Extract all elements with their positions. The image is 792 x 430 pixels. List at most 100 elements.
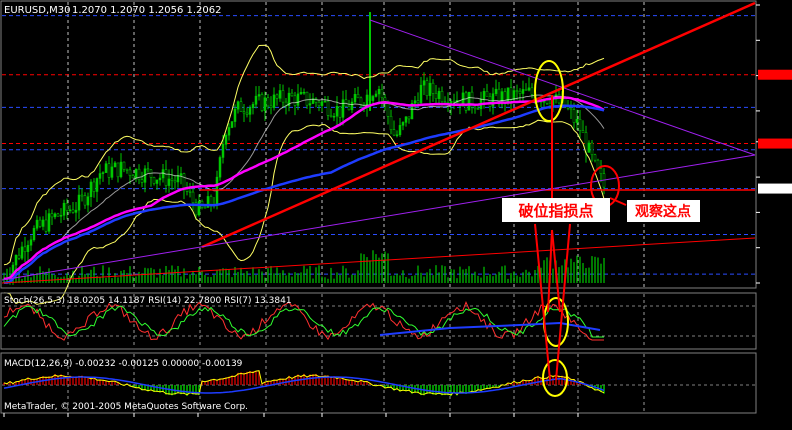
candle-body bbox=[524, 89, 528, 91]
candle-body bbox=[83, 195, 87, 206]
candle-body bbox=[227, 127, 231, 136]
candle-body bbox=[53, 213, 57, 218]
candle-body bbox=[146, 168, 150, 171]
candle-body bbox=[50, 213, 54, 218]
candle-body bbox=[116, 162, 120, 178]
candle-body bbox=[224, 134, 228, 145]
candle-body bbox=[44, 219, 48, 232]
candle-body bbox=[374, 93, 378, 97]
candle-body bbox=[47, 213, 51, 232]
candle-body bbox=[167, 178, 171, 186]
candle-body bbox=[272, 94, 276, 108]
candle-body bbox=[17, 254, 21, 259]
candle-body bbox=[572, 109, 576, 123]
candle-body bbox=[293, 95, 297, 106]
candle-body bbox=[89, 181, 93, 197]
candle-body bbox=[428, 82, 432, 96]
candle-body bbox=[131, 175, 135, 179]
candle-body bbox=[137, 168, 141, 181]
candle-body bbox=[299, 91, 303, 95]
candle-body bbox=[521, 89, 525, 94]
candle-body bbox=[338, 106, 342, 118]
candle-body bbox=[104, 163, 108, 173]
candle-body bbox=[377, 88, 381, 95]
candle-body bbox=[518, 90, 522, 94]
candle-body bbox=[371, 96, 375, 101]
candle-body bbox=[245, 112, 249, 115]
candle-body bbox=[215, 176, 219, 206]
candle-body bbox=[266, 97, 270, 107]
candle-body bbox=[347, 106, 351, 111]
candle-body bbox=[152, 177, 156, 184]
candle-body bbox=[251, 104, 255, 108]
candle-body bbox=[452, 101, 456, 103]
candle-body bbox=[332, 116, 336, 118]
candle-body bbox=[395, 134, 399, 137]
candle-body bbox=[242, 111, 246, 114]
price-red-tag bbox=[758, 138, 792, 149]
candle-body bbox=[134, 168, 138, 179]
candle-body bbox=[599, 168, 603, 174]
candle-body bbox=[176, 175, 180, 183]
candle-body bbox=[593, 154, 597, 161]
candle-body bbox=[107, 163, 111, 178]
candle-body bbox=[323, 100, 327, 103]
candle-body bbox=[209, 196, 213, 206]
candle-body bbox=[509, 87, 513, 100]
candle-body bbox=[482, 91, 486, 100]
candle-body bbox=[62, 202, 66, 216]
candle-body bbox=[164, 169, 168, 186]
candle-body bbox=[416, 100, 420, 104]
candle-body bbox=[119, 161, 123, 178]
candle-body bbox=[122, 161, 126, 170]
candle-body bbox=[467, 91, 471, 111]
candle-body bbox=[575, 119, 579, 123]
candle-body bbox=[248, 107, 252, 115]
candle-body bbox=[77, 194, 81, 211]
candle-body bbox=[218, 157, 222, 178]
candle-body bbox=[350, 101, 354, 111]
candle-body bbox=[260, 94, 264, 111]
candle-body bbox=[221, 144, 225, 158]
candle-body bbox=[527, 87, 531, 91]
candle-body bbox=[41, 219, 45, 227]
candle-body bbox=[269, 105, 273, 108]
candle-body bbox=[257, 94, 261, 97]
candle-body bbox=[29, 239, 33, 246]
candle-body bbox=[236, 101, 240, 110]
stoch-label: Stoch(26,5,3) 18.0205 14.1187 RSI(14) 22… bbox=[4, 296, 292, 306]
candle-body bbox=[263, 97, 267, 111]
candle-body bbox=[56, 213, 60, 217]
candle-body bbox=[302, 91, 306, 94]
chart-window[interactable]: EURUSD,M30 1.2070 1.2070 1.2056 1.2062 S… bbox=[0, 0, 792, 430]
candle-body bbox=[101, 172, 105, 174]
candle-body bbox=[359, 97, 363, 105]
candle-body bbox=[494, 88, 498, 94]
candle-body bbox=[326, 100, 330, 116]
candle-body bbox=[110, 166, 114, 178]
candle-body bbox=[197, 201, 201, 216]
price-red-tag bbox=[758, 69, 792, 80]
candle-body bbox=[578, 119, 582, 131]
candle-body bbox=[515, 90, 519, 92]
candle-body bbox=[329, 115, 333, 117]
candle-body bbox=[161, 169, 165, 179]
candle-body bbox=[188, 191, 192, 193]
symbol-label: EURUSD,M30 bbox=[4, 5, 70, 16]
candle-body bbox=[275, 94, 279, 99]
candle-body bbox=[233, 108, 237, 122]
candle-body bbox=[305, 91, 309, 106]
candle-body bbox=[356, 93, 360, 99]
candle-body bbox=[308, 103, 312, 106]
candle-body bbox=[581, 130, 585, 133]
candle-body bbox=[317, 101, 321, 106]
candle-body bbox=[26, 244, 30, 252]
candle-body bbox=[80, 194, 84, 197]
candle-body bbox=[179, 173, 183, 176]
candle-body bbox=[296, 93, 300, 106]
candle-body bbox=[125, 168, 129, 171]
candle-body bbox=[386, 102, 390, 117]
candle-body bbox=[341, 99, 345, 118]
candle-body bbox=[413, 100, 417, 104]
candle-body bbox=[95, 178, 99, 192]
